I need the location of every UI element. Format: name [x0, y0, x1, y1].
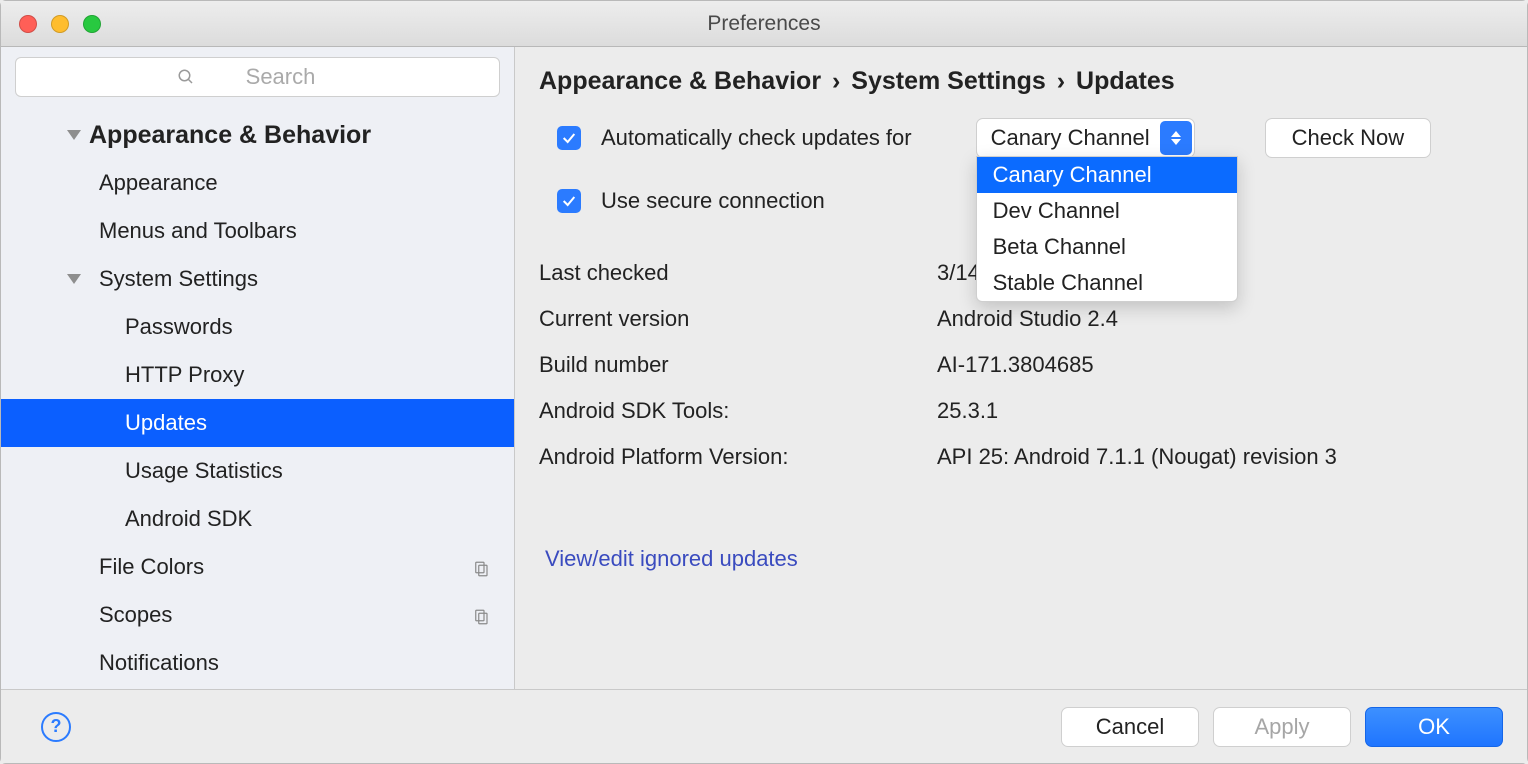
- dialog-footer: ? Cancel Apply OK: [1, 689, 1527, 763]
- sidebar-item-label: Usage Statistics: [125, 458, 283, 484]
- auto-check-label: Automatically check updates for: [601, 125, 912, 151]
- breadcrumb-part: Appearance & Behavior: [539, 67, 821, 95]
- sidebar-item-updates[interactable]: Updates: [1, 399, 514, 447]
- content-pane: Appearance & Behavior › System Settings …: [515, 47, 1527, 689]
- sidebar-item-label: Appearance & Behavior: [89, 121, 371, 150]
- secure-conn-label: Use secure connection: [601, 188, 825, 214]
- window-title: Preferences: [1, 12, 1527, 36]
- info-key: Last checked: [539, 260, 937, 286]
- info-row: Build numberAI-171.3804685: [539, 352, 1503, 378]
- breadcrumb-part: Updates: [1076, 67, 1175, 95]
- info-key: Android Platform Version:: [539, 444, 937, 470]
- ok-button[interactable]: OK: [1365, 707, 1503, 747]
- info-key: Build number: [539, 352, 937, 378]
- info-key: Current version: [539, 306, 937, 332]
- sidebar-item-scopes[interactable]: Scopes: [1, 591, 514, 639]
- sidebar-item-appearance-behavior[interactable]: Appearance & Behavior: [1, 111, 514, 159]
- sidebar-item-menus-and-toolbars[interactable]: Menus and Toolbars: [1, 207, 514, 255]
- sidebar-item-http-proxy[interactable]: HTTP Proxy: [1, 351, 514, 399]
- sidebar-item-usage-statistics[interactable]: Usage Statistics: [1, 447, 514, 495]
- sidebar-item-file-colors[interactable]: File Colors: [1, 543, 514, 591]
- info-value: API 25: Android 7.1.1 (Nougat) revision …: [937, 444, 1337, 470]
- settings-tree: Appearance & Behavior Appearance Menus and…: [1, 111, 514, 689]
- sidebar-item-label: Android SDK: [125, 506, 252, 532]
- sidebar-item-label: Notifications: [99, 650, 219, 676]
- chevron-down-icon: [67, 274, 81, 284]
- sidebar: Appearance & Behavior Appearance Menus and…: [1, 47, 515, 689]
- channel-option[interactable]: Dev Channel: [977, 193, 1237, 229]
- sidebar-item-label: Scopes: [99, 602, 172, 628]
- info-value: 25.3.1: [937, 398, 998, 424]
- breadcrumb-sep: ›: [1057, 67, 1065, 95]
- titlebar: Preferences: [1, 1, 1527, 47]
- sidebar-item-label: Menus and Toolbars: [99, 218, 297, 244]
- channel-select[interactable]: Canary Channel Canary ChannelDev Channel…: [976, 118, 1195, 158]
- info-key: Android SDK Tools:: [539, 398, 937, 424]
- info-value: AI-171.3804685: [937, 352, 1094, 378]
- sidebar-item-label: HTTP Proxy: [125, 362, 244, 388]
- cancel-button[interactable]: Cancel: [1061, 707, 1199, 747]
- search-field[interactable]: [15, 57, 500, 97]
- auto-check-row: Automatically check updates for Canary C…: [557, 118, 1503, 158]
- channel-selected-value: Canary Channel: [991, 125, 1150, 151]
- sidebar-item-label: Appearance: [99, 170, 218, 196]
- info-row: Current versionAndroid Studio 2.4: [539, 306, 1503, 332]
- sidebar-item-label: System Settings: [99, 266, 258, 292]
- chevron-up-down-icon: [1160, 121, 1192, 155]
- info-row: Android SDK Tools:25.3.1: [539, 398, 1503, 424]
- copy-profile-icon: [472, 606, 490, 624]
- secure-conn-checkbox[interactable]: [557, 189, 581, 213]
- chevron-down-icon: [67, 130, 81, 140]
- info-row: Android Platform Version:API 25: Android…: [539, 444, 1503, 470]
- breadcrumb-sep: ›: [832, 67, 840, 95]
- breadcrumb-part: System Settings: [851, 67, 1046, 95]
- check-now-button[interactable]: Check Now: [1265, 118, 1431, 158]
- channel-option[interactable]: Canary Channel: [977, 157, 1237, 193]
- search-input[interactable]: [15, 57, 500, 97]
- sidebar-item-system-settings[interactable]: System Settings: [1, 255, 514, 303]
- channel-select-button[interactable]: Canary Channel: [976, 118, 1195, 158]
- auto-check-checkbox[interactable]: [557, 126, 581, 150]
- sidebar-item-android-sdk[interactable]: Android SDK: [1, 495, 514, 543]
- sidebar-item-notifications[interactable]: Notifications: [1, 639, 514, 687]
- copy-profile-icon: [472, 558, 490, 576]
- channel-dropdown[interactable]: Canary ChannelDev ChannelBeta ChannelSta…: [976, 156, 1238, 302]
- sidebar-item-appearance[interactable]: Appearance: [1, 159, 514, 207]
- channel-option[interactable]: Beta Channel: [977, 229, 1237, 265]
- breadcrumb: Appearance & Behavior › System Settings …: [539, 67, 1503, 96]
- sidebar-item-label: Passwords: [125, 314, 233, 340]
- info-value: Android Studio 2.4: [937, 306, 1118, 332]
- sidebar-item-label: File Colors: [99, 554, 204, 580]
- sidebar-item-passwords[interactable]: Passwords: [1, 303, 514, 351]
- sidebar-item-label: Updates: [125, 410, 207, 436]
- apply-button[interactable]: Apply: [1213, 707, 1351, 747]
- channel-option[interactable]: Stable Channel: [977, 265, 1237, 301]
- ignored-updates-link[interactable]: View/edit ignored updates: [545, 546, 798, 572]
- help-button[interactable]: ?: [41, 712, 71, 742]
